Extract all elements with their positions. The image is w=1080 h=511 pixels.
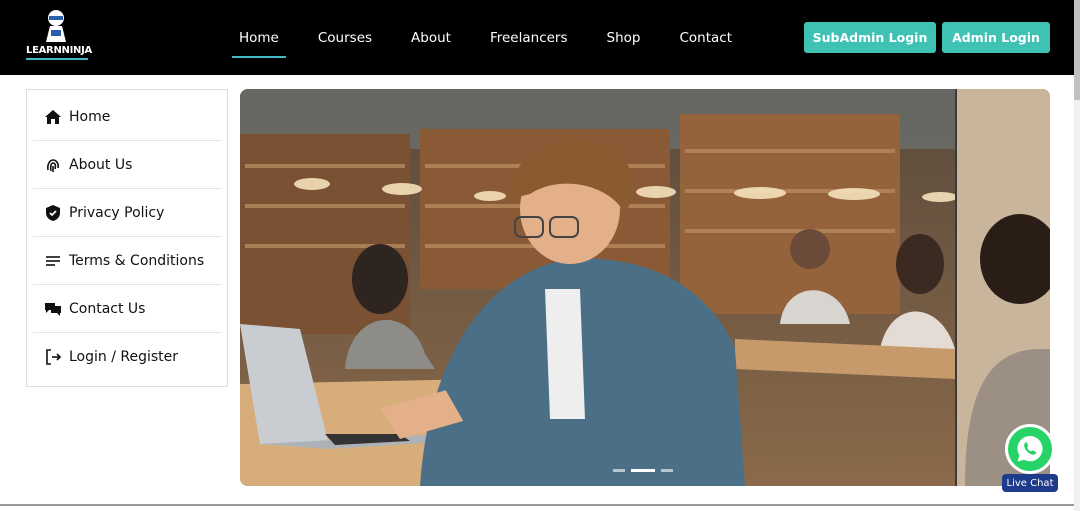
sidebar-item-label: Privacy Policy — [69, 204, 165, 221]
sidebar: Home About Us Privacy Policy Terms & Con… — [26, 89, 228, 387]
fingerprint-icon — [43, 155, 63, 175]
carousel-indicators — [613, 469, 673, 472]
nav-contact[interactable]: Contact — [672, 24, 739, 52]
live-chat-badge[interactable]: Live Chat — [1002, 474, 1058, 492]
student-laptop-library-photo — [240, 89, 1050, 486]
sidebar-item-label: About Us — [69, 156, 133, 173]
sidebar-item-label: Login / Register — [69, 349, 179, 365]
sidebar-item-contact-us[interactable]: Contact Us — [33, 285, 221, 333]
nav-home[interactable]: Home — [232, 24, 286, 58]
admin-login-button[interactable]: Admin Login — [942, 22, 1050, 53]
sidebar-item-about-us[interactable]: About Us — [33, 141, 221, 189]
carousel-dot[interactable] — [613, 469, 625, 472]
sidebar-item-terms-conditions[interactable]: Terms & Conditions — [33, 237, 221, 285]
nav-shop[interactable]: Shop — [600, 24, 648, 52]
sidebar-item-login-register[interactable]: Login / Register — [33, 333, 221, 381]
subadmin-login-button[interactable]: SubAdmin Login — [804, 22, 936, 53]
learnninja-logo[interactable]: LEARNNINJA — [24, 8, 92, 64]
shield-check-icon — [43, 203, 63, 223]
nav-about[interactable]: About — [404, 24, 458, 52]
sidebar-item-label: Terms & Conditions — [69, 252, 205, 269]
menu-lines-icon — [43, 251, 63, 271]
nav-freelancers[interactable]: Freelancers — [483, 24, 575, 52]
sidebar-item-home[interactable]: Home — [33, 93, 221, 141]
login-icon — [43, 347, 63, 367]
main-nav: Home Courses About Freelancers Shop Cont… — [232, 0, 764, 75]
sidebar-item-label: Home — [69, 108, 111, 125]
sidebar-item-privacy-policy[interactable]: Privacy Policy — [33, 189, 221, 237]
whatsapp-chat-button[interactable] — [1005, 424, 1055, 474]
sidebar-item-label: Contact Us — [69, 300, 146, 317]
carousel-dot[interactable] — [661, 469, 673, 472]
page-divider — [0, 504, 1074, 506]
page-scrollbar[interactable] — [1074, 0, 1080, 511]
scrollbar-thumb[interactable] — [1074, 0, 1080, 100]
home-icon — [43, 107, 63, 127]
logo-underline — [26, 58, 88, 60]
carousel-dot-active[interactable] — [631, 469, 655, 472]
chat-bubbles-icon — [43, 299, 63, 319]
ninja-mascot-icon — [46, 10, 66, 42]
whatsapp-icon — [1017, 436, 1043, 462]
hero-carousel[interactable] — [240, 89, 1050, 486]
nav-courses[interactable]: Courses — [311, 24, 379, 52]
logo-text: LEARNNINJA — [26, 45, 92, 56]
top-navbar: LEARNNINJA Home Courses About Freelancer… — [0, 0, 1080, 75]
